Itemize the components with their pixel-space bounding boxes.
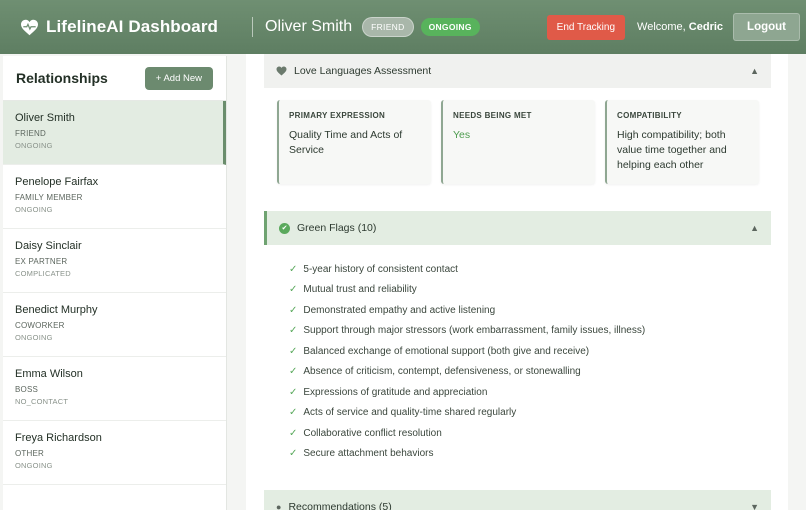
relationship-item-benedict-murphy[interactable]: Benedict Murphy COWORKER ONGOING bbox=[3, 293, 226, 357]
love-languages-cards: PRIMARY EXPRESSION Quality Time and Acts… bbox=[277, 100, 769, 184]
heart-pulse-icon bbox=[21, 19, 38, 35]
current-contact-name: Oliver Smith bbox=[265, 18, 353, 35]
user-name: Cedric bbox=[688, 21, 724, 33]
flag-text: Mutual trust and reliability bbox=[303, 284, 417, 296]
love-languages-header[interactable]: Love Languages Assessment ▲ bbox=[264, 54, 771, 88]
flag-text: Support through major stressors (work em… bbox=[303, 325, 646, 337]
relationship-name: Benedict Murphy bbox=[15, 304, 98, 316]
flag-text: Collaborative conflict resolution bbox=[303, 427, 442, 439]
list-item: ✓ Support through major stressors (work e… bbox=[289, 321, 645, 342]
flag-text: Acts of service and quality-time shared … bbox=[303, 407, 517, 419]
welcome-text: Welcome, Cedric bbox=[637, 21, 723, 33]
relationship-item-freya-richardson[interactable]: Freya Richardson OTHER ONGOING bbox=[3, 421, 226, 485]
relationship-item-daisy-sinclair[interactable]: Daisy Sinclair EX PARTNER COMPLICATED bbox=[3, 229, 226, 293]
check-icon: ✓ bbox=[289, 386, 298, 398]
main-panel: Love Languages Assessment ▲ PRIMARY EXPR… bbox=[246, 54, 788, 510]
relationship-type: EX PARTNER bbox=[15, 257, 68, 266]
card-value: Yes bbox=[453, 129, 471, 141]
check-circle-icon: ✔ bbox=[279, 222, 290, 234]
heart-icon bbox=[276, 66, 287, 76]
needs-being-met-card: NEEDS BEING MET Yes bbox=[441, 100, 595, 184]
relationship-name: Emma Wilson bbox=[15, 368, 83, 380]
welcome-prefix: Welcome, bbox=[637, 21, 689, 33]
flag-text: 5-year history of consistent contact bbox=[303, 263, 458, 275]
list-item: ✓ Absence of criticism, contempt, defensi… bbox=[289, 362, 645, 383]
relationship-item-oliver-smith[interactable]: Oliver Smith FRIEND ONGOING bbox=[3, 101, 226, 165]
relationship-name: Oliver Smith bbox=[15, 112, 75, 124]
list-item: ✓ Demonstrated empathy and active listeni… bbox=[289, 300, 645, 321]
chevron-up-icon[interactable]: ▲ bbox=[750, 66, 759, 76]
list-item: ✓ 5-year history of consistent contact bbox=[289, 259, 645, 280]
relationship-status: ONGOING bbox=[15, 461, 53, 470]
card-value: Quality Time and Acts of Service bbox=[289, 129, 403, 156]
card-label: PRIMARY EXPRESSION bbox=[289, 111, 386, 120]
list-item: ✓ Expressions of gratitude and appreciati… bbox=[289, 382, 645, 403]
relationship-status: NO_CONTACT bbox=[15, 397, 69, 406]
relationship-name: Freya Richardson bbox=[15, 432, 102, 444]
card-label: NEEDS BEING MET bbox=[453, 111, 532, 120]
relationship-type: COWORKER bbox=[15, 321, 65, 330]
end-tracking-button[interactable]: End Tracking bbox=[546, 14, 626, 40]
relationship-status: COMPLICATED bbox=[15, 269, 71, 278]
flag-text: Demonstrated empathy and active listenin… bbox=[303, 304, 496, 316]
recommendations-title: Recommendations (5) bbox=[288, 501, 392, 510]
green-flags-header[interactable]: ✔ Green Flags (10) ▲ bbox=[264, 211, 771, 245]
relationship-status: ONGOING bbox=[15, 205, 53, 214]
relationship-name: Penelope Fairfax bbox=[15, 176, 99, 188]
relationship-type: BOSS bbox=[15, 385, 39, 394]
check-icon: ✓ bbox=[289, 304, 298, 316]
flag-text: Balanced exchange of emotional support (… bbox=[303, 345, 590, 357]
relationship-status: ONGOING bbox=[15, 333, 53, 342]
check-icon: ✓ bbox=[289, 263, 298, 275]
recommendations-header[interactable]: ● Recommendations (5) ▼ bbox=[264, 490, 771, 510]
card-value: High compatibility; both value time toge… bbox=[617, 129, 727, 171]
list-item: ✓ Mutual trust and reliability bbox=[289, 280, 645, 301]
relationship-type: FAMILY MEMBER bbox=[15, 193, 83, 202]
list-item: ✓ Acts of service and quality-time shared… bbox=[289, 403, 645, 424]
relationship-status: ONGOING bbox=[15, 141, 53, 150]
check-icon: ✓ bbox=[289, 448, 298, 460]
card-label: COMPATIBILITY bbox=[617, 111, 682, 120]
app-title: LifelineAI Dashboard bbox=[46, 17, 219, 36]
green-flags-title: Green Flags (10) bbox=[297, 222, 377, 234]
love-languages-title: Love Languages Assessment bbox=[294, 65, 432, 77]
relationship-type: OTHER bbox=[15, 449, 44, 458]
logout-button[interactable]: Logout bbox=[733, 13, 800, 41]
chevron-down-icon[interactable]: ▼ bbox=[750, 502, 759, 510]
relationship-item-penelope-fairfax[interactable]: Penelope Fairfax FAMILY MEMBER ONGOING bbox=[3, 165, 226, 229]
lightbulb-icon: ● bbox=[276, 502, 282, 510]
relationship-name: Daisy Sinclair bbox=[15, 240, 82, 252]
sidebar-header: Relationships + Add New bbox=[3, 56, 226, 101]
green-flags-list: ✓ 5-year history of consistent contact ✓ M… bbox=[289, 259, 645, 464]
relationships-sidebar: Relationships + Add New Oliver Smith FRI… bbox=[3, 56, 227, 510]
brand: LifelineAI Dashboard bbox=[20, 17, 252, 37]
relationship-item-emma-wilson[interactable]: Emma Wilson BOSS NO_CONTACT bbox=[3, 357, 226, 421]
primary-expression-card: PRIMARY EXPRESSION Quality Time and Acts… bbox=[277, 100, 431, 184]
flag-text: Absence of criticism, contempt, defensiv… bbox=[303, 366, 581, 378]
compatibility-card: COMPATIBILITY High compatibility; both v… bbox=[605, 100, 759, 184]
list-item: ✓ Balanced exchange of emotional support … bbox=[289, 341, 645, 362]
sidebar-title: Relationships bbox=[16, 70, 108, 86]
check-icon: ✓ bbox=[289, 325, 298, 337]
add-new-button[interactable]: + Add New bbox=[144, 66, 213, 90]
chevron-up-icon[interactable]: ▲ bbox=[750, 223, 759, 233]
check-icon: ✓ bbox=[289, 366, 298, 378]
list-item: ✓ Secure attachment behaviors bbox=[289, 444, 645, 465]
list-item: ✓ Collaborative conflict resolution bbox=[289, 423, 645, 444]
flag-text: Secure attachment behaviors bbox=[303, 448, 434, 460]
flag-text: Expressions of gratitude and appreciatio… bbox=[303, 386, 488, 398]
check-icon: ✓ bbox=[289, 407, 298, 419]
check-icon: ✓ bbox=[289, 345, 298, 357]
header-divider bbox=[252, 17, 253, 37]
status-badge: ONGOING bbox=[420, 18, 480, 36]
relationship-type: FRIEND bbox=[15, 129, 46, 138]
relation-badge: FRIEND bbox=[362, 17, 414, 37]
top-bar: LifelineAI Dashboard Oliver Smith FRIEND… bbox=[0, 0, 806, 54]
check-icon: ✓ bbox=[289, 427, 298, 439]
check-icon: ✓ bbox=[289, 284, 298, 296]
